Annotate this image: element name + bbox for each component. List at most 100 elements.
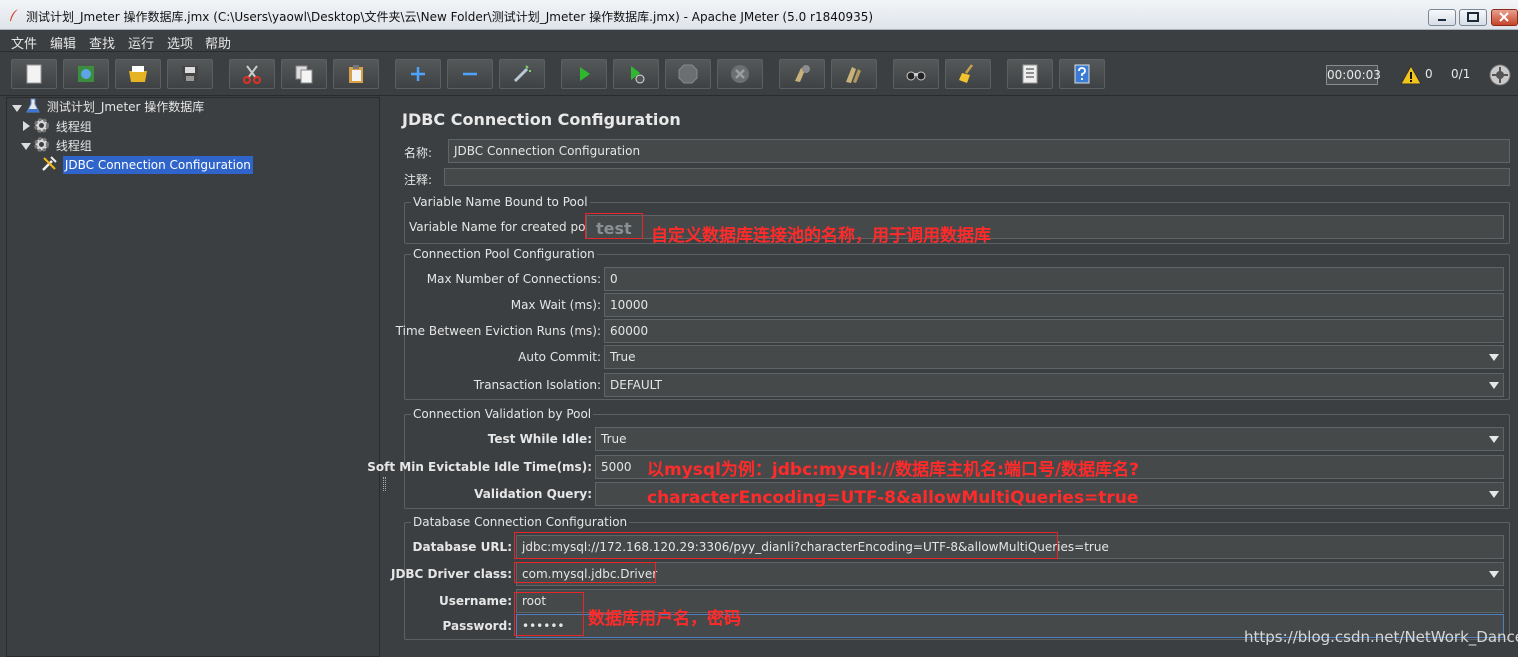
gear-icon <box>34 118 49 133</box>
active-threads-ratio: 0/1 <box>1451 67 1471 81</box>
shutdown-button[interactable] <box>717 59 763 89</box>
test-while-idle-label: Test While Idle: <box>487 432 592 446</box>
save-icon <box>182 66 198 82</box>
menu-bar: 文件 编辑 查找 运行 选项 帮助 <box>0 30 1518 52</box>
broom-icon <box>959 64 973 83</box>
templates-button[interactable] <box>63 59 109 89</box>
tree-node-thread-group-2[interactable]: 线程组 <box>33 136 94 154</box>
open-button[interactable] <box>115 59 161 89</box>
menu-file[interactable]: 文件 <box>11 33 37 52</box>
play-no-timers-icon <box>631 66 645 84</box>
group-title: Connection Pool Configuration <box>411 247 597 261</box>
max-connections-label: Max Number of Connections: <box>426 272 601 286</box>
plus-icon <box>411 67 425 81</box>
maximize-icon <box>1467 12 1479 22</box>
clear-all-icon <box>846 67 861 83</box>
minimize-button[interactable] <box>1428 9 1456 26</box>
toggle-button[interactable] <box>499 59 545 89</box>
group-title: Connection Validation by Pool <box>411 407 594 421</box>
menu-edit[interactable]: 编辑 <box>50 33 76 52</box>
tree-node-test-plan[interactable]: 测试计划_Jmeter 操作数据库 <box>25 98 206 116</box>
collapse-all-button[interactable] <box>447 59 493 89</box>
jmeter-feather-icon <box>10 9 18 21</box>
tree-node-label: 测试计划_Jmeter 操作数据库 <box>46 100 205 114</box>
tree-node-jdbc-config[interactable]: JDBC Connection Configuration <box>41 155 253 174</box>
menu-help[interactable]: 帮助 <box>205 33 231 52</box>
reset-search-button[interactable] <box>945 59 991 89</box>
auto-commit-select[interactable]: True <box>604 345 1504 369</box>
list-icon <box>1022 64 1038 84</box>
gear-icon <box>34 137 49 152</box>
watermark: https://blog.csdn.net/NetWork_Dance <box>1244 628 1518 646</box>
window-title: 测试计划_Jmeter 操作数据库.jmx (C:\Users\yaowl\De… <box>26 10 874 24</box>
transaction-isolation-select[interactable]: DEFAULT <box>604 373 1504 397</box>
test-plan-tree: 测试计划_Jmeter 操作数据库 线程组 线程组 JDBC Connectio… <box>6 97 380 657</box>
warning-count: 0 <box>1425 67 1433 81</box>
expand-all-button[interactable] <box>395 59 441 89</box>
panel-splitter[interactable] <box>381 97 389 657</box>
clear-button[interactable] <box>779 59 825 89</box>
eviction-runs-input[interactable]: 60000 <box>604 319 1504 343</box>
paste-button[interactable] <box>333 59 379 89</box>
cut-icon <box>243 65 261 84</box>
close-button[interactable] <box>1491 9 1518 26</box>
tree-node-thread-group-1[interactable]: 线程组 <box>33 117 94 135</box>
database-url-label: Database URL: <box>412 540 512 554</box>
paste-icon <box>349 65 363 83</box>
jdbc-config-panel: JDBC Connection Configuration 名称: JDBC C… <box>367 97 1518 657</box>
eviction-runs-label: Time Between Eviction Runs (ms): <box>395 324 601 338</box>
search-button[interactable] <box>893 59 939 89</box>
copy-button[interactable] <box>281 59 327 89</box>
remote-status-icon[interactable] <box>1489 64 1511 86</box>
maximize-button[interactable] <box>1459 9 1487 26</box>
password-label: Password: <box>442 619 513 633</box>
auto-commit-value: True <box>610 350 636 364</box>
wrench-icon <box>42 156 57 171</box>
binoculars-icon <box>906 71 926 81</box>
help-icon <box>1074 64 1090 84</box>
url-format-annotation-line2: characterEncoding=UTF-8&allowMultiQuerie… <box>647 488 1139 508</box>
dropdown-arrow-icon <box>1489 354 1499 361</box>
test-while-idle-value: True <box>601 432 627 446</box>
expand-arrow-icon[interactable] <box>23 121 30 131</box>
collapse-arrow-icon[interactable] <box>21 143 31 150</box>
wand-icon <box>513 65 531 83</box>
pool-name-annotation: 自定义数据库连接池的名称，用于调用数据库 <box>651 226 991 246</box>
minus-icon <box>463 72 477 76</box>
name-input[interactable]: JDBC Connection Configuration <box>448 139 1510 163</box>
jdbc-driver-select[interactable]: com.mysql.jdbc.Driver <box>516 562 1504 586</box>
dropdown-arrow-icon <box>1489 571 1499 578</box>
tree-node-label: 线程组 <box>55 120 92 134</box>
save-button[interactable] <box>167 59 213 89</box>
clear-icon <box>795 65 810 82</box>
test-while-idle-select[interactable]: True <box>595 427 1504 451</box>
tree-node-label: 线程组 <box>55 139 92 153</box>
highlight-box <box>514 532 1058 559</box>
tree-node-label: JDBC Connection Configuration <box>62 156 253 174</box>
splitter-grip <box>383 477 386 491</box>
start-no-pauses-button[interactable] <box>613 59 659 89</box>
username-label: Username: <box>438 594 512 608</box>
jdbc-driver-label: JDBC Driver class: <box>390 567 512 581</box>
stop-icon <box>678 64 698 84</box>
highlight-box <box>514 562 656 583</box>
new-button[interactable] <box>11 59 57 89</box>
comment-input[interactable] <box>444 168 1510 186</box>
credentials-annotation: 数据库用户名，密码 <box>588 609 741 629</box>
group-title: Database Connection Configuration <box>411 515 630 529</box>
max-connections-input[interactable]: 0 <box>604 267 1504 291</box>
start-button[interactable] <box>561 59 607 89</box>
max-wait-input[interactable]: 10000 <box>604 293 1504 317</box>
highlight-box <box>514 592 584 636</box>
cut-button[interactable] <box>229 59 275 89</box>
menu-search[interactable]: 查找 <box>89 33 115 52</box>
new-icon <box>26 64 42 84</box>
help-button[interactable] <box>1059 59 1105 89</box>
collapse-arrow-icon[interactable] <box>12 105 22 112</box>
menu-run[interactable]: 运行 <box>128 33 154 52</box>
clear-all-button[interactable] <box>831 59 877 89</box>
function-helper-button[interactable] <box>1007 59 1053 89</box>
stop-button[interactable] <box>665 59 711 89</box>
warning-icon[interactable] <box>1400 65 1422 85</box>
menu-options[interactable]: 选项 <box>167 33 193 52</box>
